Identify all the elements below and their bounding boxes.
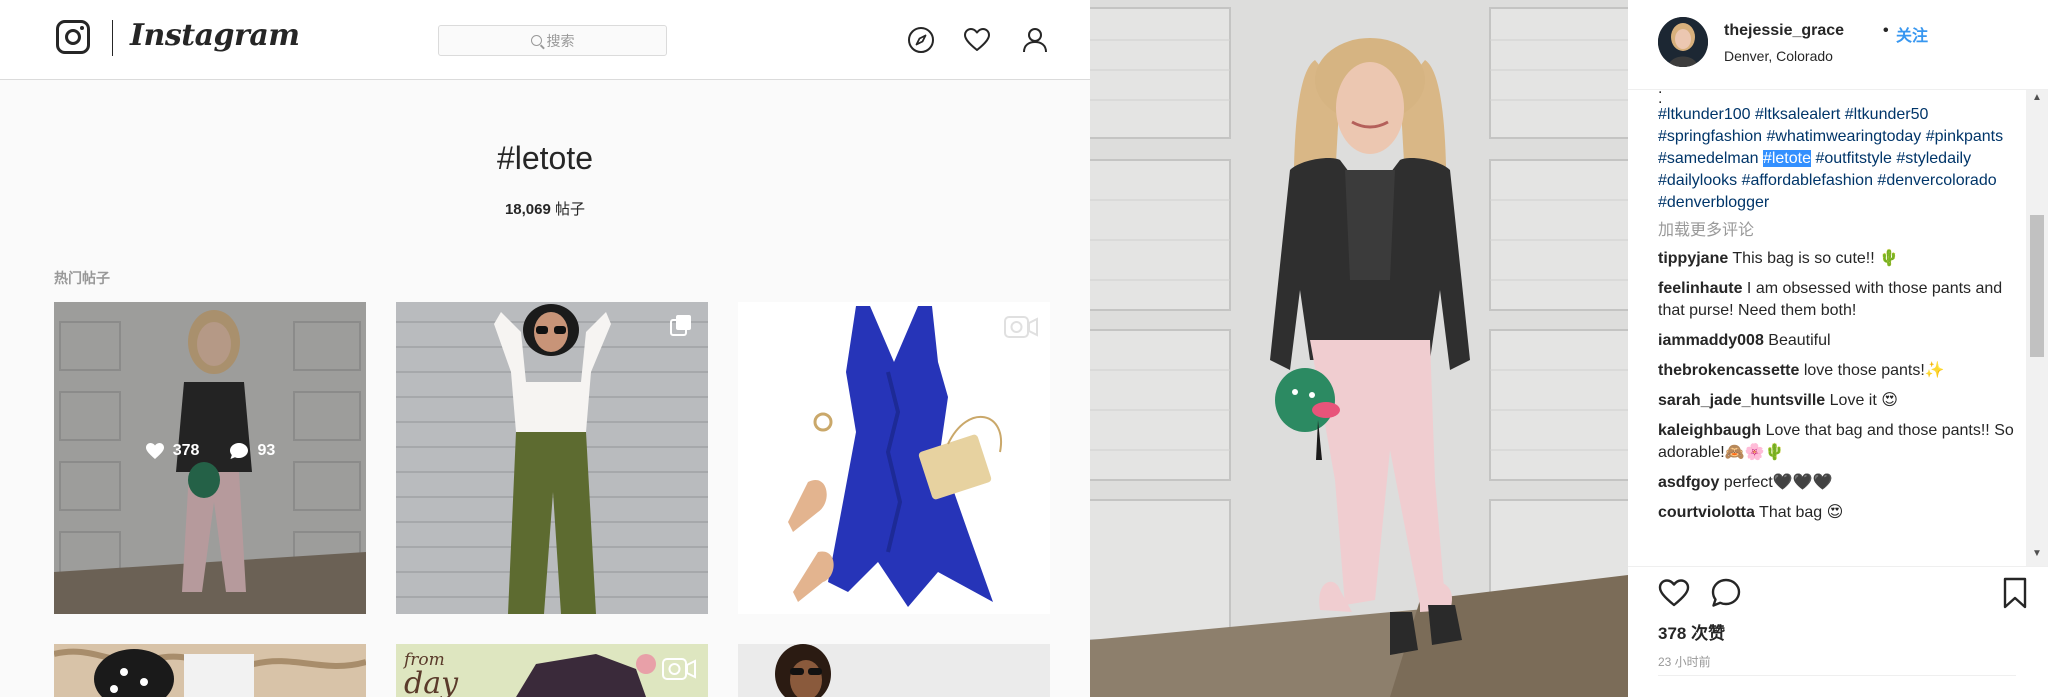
post-3-photo (738, 302, 1050, 614)
comment-text: perfect🖤🖤🖤 (1723, 474, 1833, 491)
scrollbar-thumb[interactable] (2030, 215, 2044, 357)
search-placeholder: 搜索 (546, 32, 575, 49)
load-more-comments-link[interactable]: 加载更多评论 (1658, 220, 2026, 242)
search-input[interactable]: 搜索 (438, 25, 667, 56)
hashtag-title: #letote (496, 140, 594, 176)
post-thumbnail-5[interactable]: from day (396, 644, 708, 697)
comment-count: 93 (257, 442, 276, 459)
post-thumbnail-4[interactable] (54, 644, 366, 697)
post-thumbnail-3[interactable] (738, 302, 1050, 614)
explore-page: Instagram 搜索 #letote 18,069 帖子 热门帖子 378 … (0, 0, 1090, 697)
divider (1658, 675, 2016, 676)
comment: asdfgoy perfect🖤🖤🖤 (1658, 472, 2026, 494)
comment-username[interactable]: asdfgoy (1658, 474, 1719, 491)
video-icon (662, 658, 696, 680)
separator-dot: • (1883, 22, 1889, 39)
comment-text: Love it 😍 (1829, 392, 1898, 409)
avatar-image (1658, 17, 1708, 67)
profile-icon[interactable] (1020, 25, 1050, 55)
comment: tippyjane This bag is so cute!! 🌵 (1658, 248, 2026, 270)
post-thumbnail-2[interactable] (396, 302, 708, 614)
post-6-photo (738, 644, 1050, 697)
post-header: thejessie_grace • 关注 Denver, Colorado (1628, 0, 2048, 90)
comment-bubble-icon[interactable] (1710, 577, 1742, 609)
search-icon (530, 35, 542, 46)
compass-icon[interactable] (906, 25, 936, 55)
post-4-photo (54, 644, 366, 697)
avatar[interactable] (1658, 17, 1708, 67)
comment: kaleighbaugh Love that bag and those pan… (1658, 420, 2026, 464)
comment-username[interactable]: tippyjane (1658, 250, 1728, 267)
comment-text: love those pants!✨ (1803, 362, 1945, 379)
bookmark-icon[interactable] (2002, 577, 2028, 609)
caption-dot-line: . (1658, 90, 1663, 107)
post-2-photo (396, 302, 708, 614)
follow-button[interactable]: 关注 (1896, 22, 1928, 46)
hashtag-letote-selected[interactable]: #letote (1762, 150, 1811, 167)
post-detail-panel: thejessie_grace • 关注 Denver, Colorado . … (1628, 0, 2048, 697)
post-count-number: 18,069 (504, 201, 551, 218)
top-nav-bar: Instagram 搜索 (0, 0, 1090, 80)
comment-username[interactable]: sarah_jade_huntsville (1658, 392, 1825, 409)
comment-username[interactable]: iammaddy008 (1658, 332, 1764, 349)
multiple-photos-icon (670, 315, 691, 336)
comment-username[interactable]: feelinhaute (1658, 280, 1742, 297)
post-thumbnail-1[interactable]: 378 93 (54, 302, 366, 614)
caption-dot-line: . (1658, 80, 1663, 97)
post-timestamp: 23 小时前 (1658, 655, 1711, 669)
likes-count[interactable]: 378 次赞 (1658, 619, 1725, 644)
post-actions: 378 次赞 23 小时前 (1628, 566, 2048, 697)
comment-username[interactable]: thebrokencassette (1658, 362, 1799, 379)
comment: feelinhaute I am obsessed with those pan… (1658, 278, 2026, 322)
top-posts-heading: 热门帖子 (54, 270, 110, 286)
like-count-icon (145, 443, 164, 459)
post-author-username[interactable]: thejessie_grace (1724, 22, 1844, 40)
comment-text: That bag 😍 (1759, 504, 1844, 521)
post-count-unit: 帖子 (555, 201, 586, 218)
instagram-camera-icon[interactable] (56, 20, 90, 54)
comment: courtviolotta That bag 😍 (1658, 502, 2026, 524)
like-count: 378 (172, 442, 200, 459)
comment-text: Beautiful (1768, 332, 1831, 349)
logo-divider (112, 20, 113, 56)
comment-text: This bag is so cute!! 🌵 (1732, 250, 1900, 267)
caption-dots: . . (1658, 80, 2026, 107)
video-icon (1004, 316, 1038, 338)
scroll-down-arrow-icon[interactable]: ▼ (2026, 548, 2048, 564)
caption-hashtags: #ltkunder100 #ltksalealert #ltkunder50 #… (1658, 104, 2026, 214)
comments-scrollbar[interactable]: ▲ ▼ (2026, 90, 2048, 566)
comment: sarah_jade_huntsville Love it 😍 (1658, 390, 2026, 412)
comment-username[interactable]: kaleighbaugh (1658, 422, 1761, 439)
post-thumbnail-6[interactable] (738, 644, 1050, 697)
post-5-text-line-2: day (404, 666, 459, 697)
post-5-overlay-text: from day (404, 652, 458, 697)
comment-username[interactable]: courtviolotta (1658, 504, 1755, 521)
post-count: 18,069 帖子 (0, 198, 1090, 219)
comment: iammaddy008 Beautiful (1658, 330, 2026, 352)
instagram-wordmark[interactable]: Instagram (130, 18, 300, 53)
post-location[interactable]: Denver, Colorado (1724, 48, 1833, 64)
comment-count-icon (230, 443, 249, 459)
comment: thebrokencassette love those pants!✨ (1658, 360, 2026, 382)
comments-list[interactable]: . . #ltkunder100 #ltksalealert #ltkunder… (1658, 80, 2026, 566)
post-stats: 378 93 (54, 442, 366, 460)
post-image[interactable] (1090, 0, 1628, 697)
scroll-up-arrow-icon[interactable]: ▲ (2026, 92, 2048, 108)
like-heart-icon[interactable] (1658, 577, 1690, 609)
heart-icon[interactable] (962, 25, 992, 55)
post-main-photo (1090, 0, 1628, 697)
